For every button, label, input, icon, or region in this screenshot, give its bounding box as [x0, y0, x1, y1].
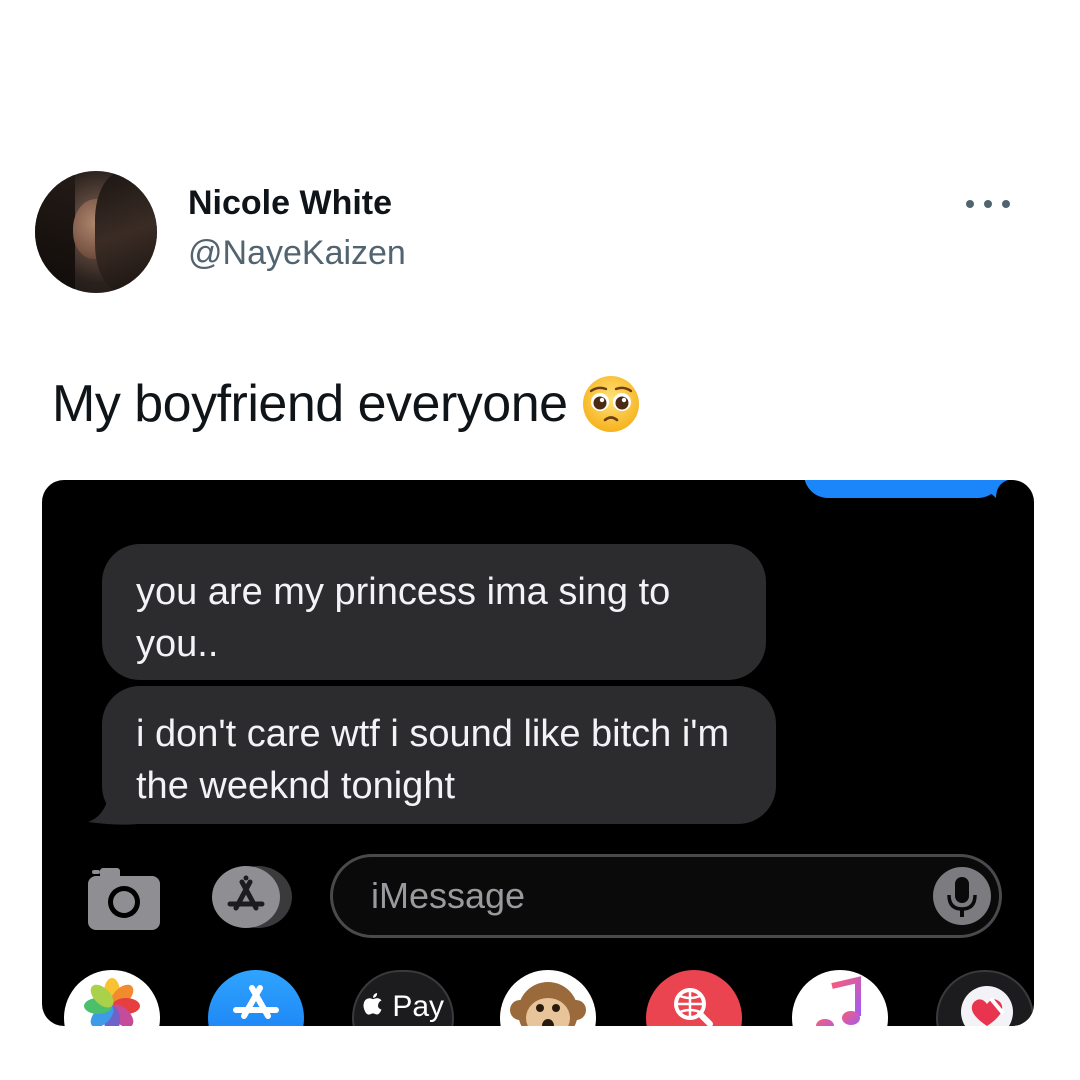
apple-pay-icon	[363, 993, 382, 1015]
received-message-bubble: i don't care wtf i sound like bitch i'm …	[102, 686, 776, 824]
more-options-button[interactable]	[966, 190, 1010, 218]
digital-touch-app-button[interactable]	[936, 970, 1034, 1026]
app-store-app-button[interactable]	[208, 970, 304, 1026]
message-text: i don't care wtf i sound like bitch i'm …	[136, 713, 730, 807]
message-screenshot[interactable]: you are my princess ima sing to you.. i …	[42, 480, 1034, 1026]
imessage-input-field[interactable]	[330, 854, 1002, 938]
microphone-button[interactable]	[933, 867, 991, 925]
tweet-text: My boyfriend everyone	[52, 374, 640, 434]
apple-pay-label: Pay	[354, 990, 452, 1024]
pleading-face-icon	[582, 375, 640, 433]
dot	[984, 200, 992, 208]
received-bubble-tail	[88, 780, 138, 825]
user-handle[interactable]: @NayeKaizen	[188, 234, 406, 273]
web-search-app-button[interactable]	[646, 970, 742, 1026]
microphone-icon	[947, 877, 977, 917]
dot	[966, 200, 974, 208]
message-text: you are my princess ima sing to you..	[136, 571, 671, 665]
photos-icon	[84, 978, 140, 1026]
message-input[interactable]	[371, 871, 891, 921]
music-app-button[interactable]	[792, 970, 888, 1026]
tweet-text-content: My boyfriend everyone	[52, 375, 568, 433]
music-icon	[816, 976, 861, 1026]
app-store-icon	[233, 985, 279, 1019]
apple-pay-app-button[interactable]: Pay	[352, 970, 454, 1026]
sent-bubble-tail	[982, 480, 1008, 498]
sent-message-bubble	[804, 480, 1002, 498]
display-name[interactable]: Nicole White	[188, 184, 392, 223]
web-search-icon	[674, 988, 713, 1026]
photos-app-button[interactable]	[64, 970, 160, 1026]
animoji-app-button[interactable]	[500, 970, 596, 1026]
animoji-icon	[510, 982, 586, 1026]
camera-icon[interactable]	[88, 866, 160, 930]
avatar[interactable]	[35, 171, 157, 293]
dot	[1002, 200, 1010, 208]
received-message-bubble: you are my princess ima sing to you..	[102, 544, 766, 680]
digital-touch-icon	[961, 986, 1013, 1026]
app-store-icon[interactable]	[206, 864, 294, 930]
